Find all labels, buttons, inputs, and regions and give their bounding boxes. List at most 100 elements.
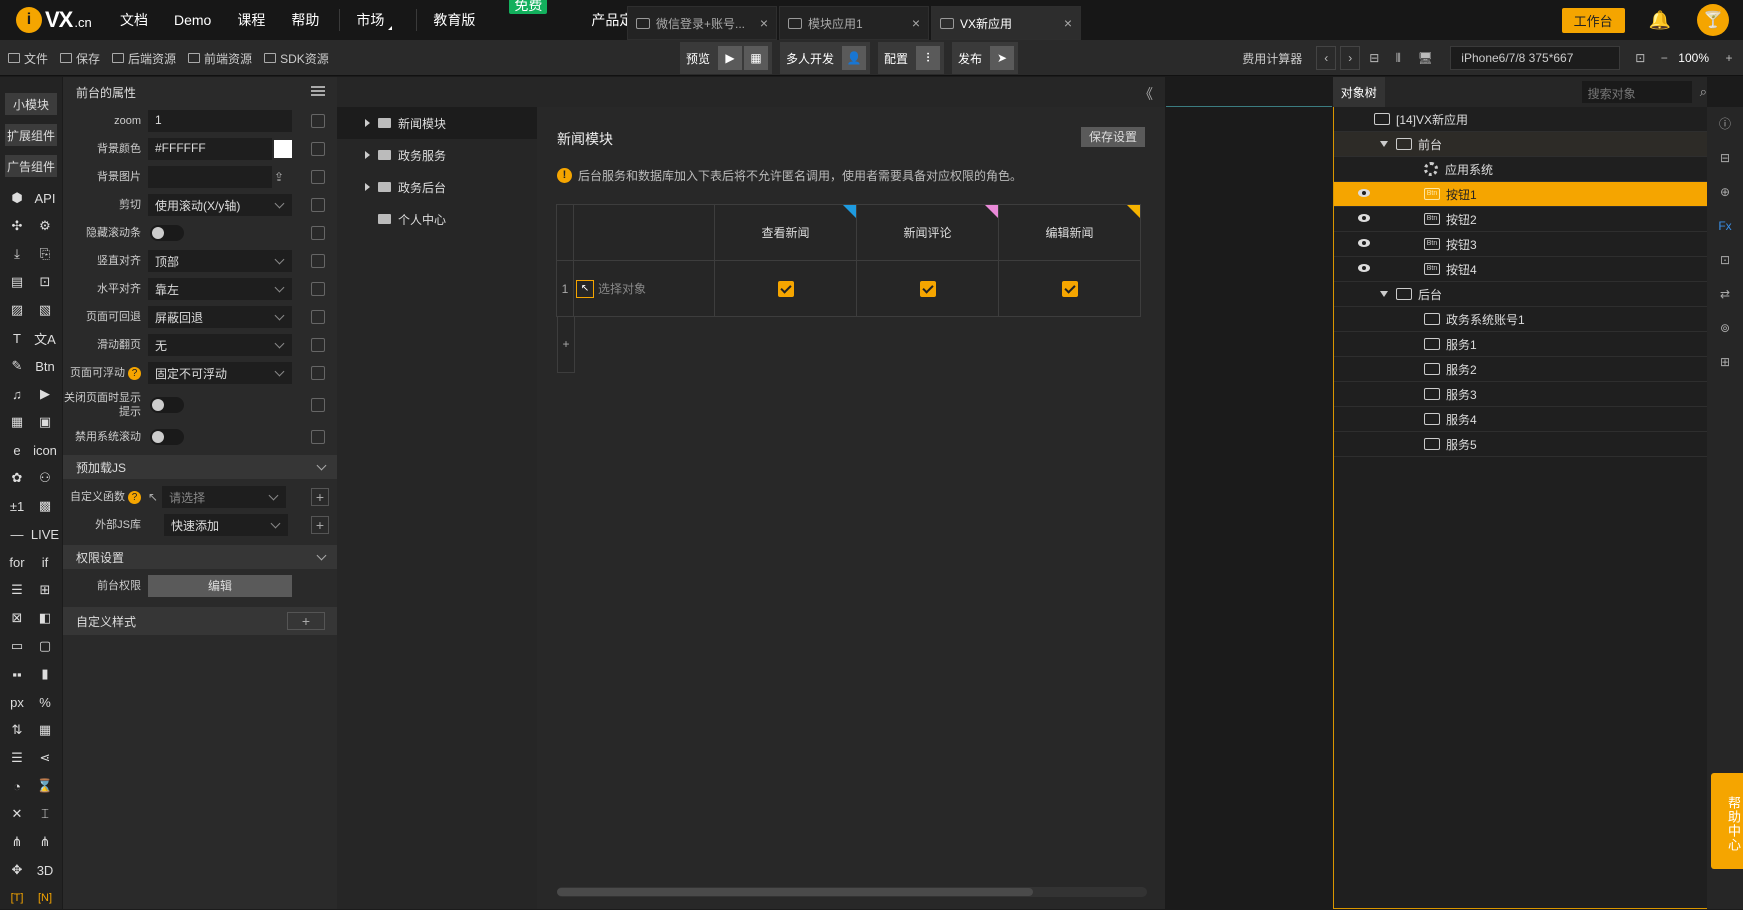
frontend-resources-button[interactable]: 前端资源 bbox=[188, 50, 252, 67]
save-button[interactable]: 保存 bbox=[60, 50, 100, 67]
column-view-news[interactable]: 查看新闻 bbox=[714, 204, 857, 261]
component-icon-30[interactable]: ⊠ bbox=[3, 606, 31, 630]
component-icon-10[interactable]: T bbox=[3, 326, 31, 350]
side-tool-icon[interactable]: ⊕ bbox=[1707, 175, 1743, 209]
menu-icon[interactable] bbox=[311, 86, 325, 96]
section-preload-js[interactable]: 预加载JS bbox=[63, 455, 337, 479]
ad-components-button[interactable]: 广告组件 bbox=[5, 155, 57, 177]
logo[interactable]: i VX .cn bbox=[16, 7, 112, 33]
bell-icon[interactable]: 🔔 bbox=[1649, 10, 1671, 31]
menu-demo[interactable]: Demo bbox=[174, 12, 211, 28]
component-icon-41[interactable]: ⋖ bbox=[31, 746, 59, 770]
component-icon-13[interactable]: Btn bbox=[31, 354, 59, 378]
component-icon-6[interactable]: ▤ bbox=[3, 270, 31, 294]
horizontal-scrollbar[interactable] bbox=[557, 887, 1147, 897]
search-icon[interactable]: ⌕ bbox=[1700, 84, 1707, 100]
checkbox-edit-news[interactable] bbox=[1061, 280, 1078, 297]
checkbox-news-comments[interactable] bbox=[919, 280, 936, 297]
device-select[interactable]: iPhone6/7/8 375*667 bbox=[1450, 46, 1621, 70]
component-icon-48[interactable]: ✥ bbox=[3, 858, 31, 882]
eye-icon[interactable] bbox=[1358, 239, 1370, 247]
tree-item-news[interactable]: 新闻模块 bbox=[337, 107, 537, 139]
component-icon-44[interactable]: ✕ bbox=[3, 802, 31, 826]
component-icon-8[interactable]: ▨ bbox=[3, 298, 31, 322]
tree-node[interactable]: 服务1 bbox=[1334, 332, 1707, 357]
component-icon-9[interactable]: ▧ bbox=[31, 298, 59, 322]
tree-node[interactable]: 服务2 bbox=[1334, 357, 1707, 382]
component-icon-33[interactable]: ▢ bbox=[31, 634, 59, 658]
copy-icon[interactable] bbox=[311, 254, 325, 268]
component-icon-37[interactable]: % bbox=[31, 690, 59, 714]
checkbox-view-news[interactable] bbox=[777, 280, 794, 297]
copy-icon[interactable] bbox=[311, 226, 325, 240]
select-object-cell[interactable]: ↖ 选择对象 bbox=[573, 260, 715, 317]
side-tool-icon[interactable]: ⊡ bbox=[1707, 243, 1743, 277]
tree-node[interactable]: Btn 按钮1 bbox=[1334, 182, 1707, 207]
play-icon[interactable]: ▶ bbox=[718, 46, 743, 70]
copy-icon[interactable] bbox=[311, 338, 325, 352]
copy-icon[interactable] bbox=[311, 310, 325, 324]
component-icon-46[interactable]: ⋔ bbox=[3, 830, 31, 854]
config-button[interactable]: 配置 ⫶ bbox=[878, 42, 945, 74]
side-tool-icon[interactable]: ⓘ bbox=[1707, 107, 1743, 141]
file-button[interactable]: 文件 bbox=[8, 50, 48, 67]
component-icon-14[interactable]: ♫ bbox=[3, 382, 31, 406]
custom-fn-select[interactable]: 请选择 bbox=[162, 486, 287, 508]
component-icon-24[interactable]: — bbox=[3, 522, 31, 546]
copy-icon[interactable] bbox=[311, 282, 325, 296]
expand-icon[interactable] bbox=[1380, 291, 1388, 297]
prev-button[interactable]: ‹ bbox=[1316, 46, 1337, 70]
zoom-out-button[interactable]: − bbox=[1654, 46, 1674, 70]
tree-node[interactable]: 服务5 bbox=[1334, 432, 1707, 457]
component-icon-31[interactable]: ◧ bbox=[31, 606, 59, 630]
search-input[interactable]: 搜索对象 bbox=[1581, 81, 1692, 103]
tree-node[interactable]: Btn 按钮2 bbox=[1334, 207, 1707, 232]
ext-lib-select[interactable]: 快速添加 bbox=[164, 514, 288, 536]
backend-resources-button[interactable]: 后端资源 bbox=[112, 50, 176, 67]
menu-docs[interactable]: 文档 bbox=[120, 10, 148, 30]
add-row-button[interactable]: + bbox=[557, 316, 575, 373]
component-icon-1[interactable]: API bbox=[31, 186, 59, 210]
component-icon-45[interactable]: ⌶ bbox=[31, 802, 59, 826]
tree-node[interactable]: Btn 按钮3 bbox=[1334, 232, 1707, 257]
small-module-button[interactable]: 小模块 bbox=[5, 93, 57, 115]
tab-module-app[interactable]: 模块应用1 × bbox=[779, 6, 929, 40]
component-icon-34[interactable]: ▪▪ bbox=[3, 662, 31, 686]
component-icon-22[interactable]: ±1 bbox=[3, 494, 31, 518]
side-tool-icon[interactable]: ⊞ bbox=[1707, 345, 1743, 379]
tab-object-tree[interactable]: 对象树 bbox=[1333, 77, 1385, 107]
expand-icon[interactable] bbox=[365, 151, 370, 159]
tab-wechat-login[interactable]: 微信登录+账号... × bbox=[627, 6, 777, 40]
tree-item-gov-admin[interactable]: 政务后台 bbox=[337, 171, 537, 203]
column-edit-news[interactable]: 编辑新闻 bbox=[998, 204, 1141, 261]
fee-calculator[interactable]: 费用计算器 bbox=[1242, 50, 1302, 67]
component-icon-7[interactable]: ⊡ bbox=[31, 270, 59, 294]
eye-icon[interactable] bbox=[1358, 214, 1370, 222]
avatar[interactable]: 🍸 bbox=[1697, 4, 1729, 36]
component-icon-19[interactable]: icon bbox=[31, 438, 59, 462]
publish-button[interactable]: 发布 ➤ bbox=[952, 42, 1019, 74]
pick-icon[interactable]: ↖ bbox=[576, 279, 594, 298]
component-icon-11[interactable]: 文A bbox=[31, 326, 59, 350]
tree-node[interactable]: 应用系统 bbox=[1334, 157, 1707, 182]
component-icon-17[interactable]: ▣ bbox=[31, 410, 59, 434]
edit-permission-button[interactable]: 编辑 bbox=[148, 575, 292, 597]
prop-value[interactable]: 1 bbox=[148, 110, 292, 132]
component-icon-21[interactable]: ⚇ bbox=[31, 466, 59, 490]
eye-icon[interactable] bbox=[1358, 189, 1370, 197]
component-icon-49[interactable]: 3D bbox=[31, 858, 59, 882]
section-permissions[interactable]: 权限设置 bbox=[63, 545, 337, 569]
prop-value[interactable]: 使用滚动(X/y轴) bbox=[148, 194, 292, 216]
color-swatch[interactable] bbox=[274, 140, 292, 158]
menu-edu[interactable]: 教育版 免费 bbox=[433, 0, 565, 30]
screenshot-icon[interactable]: ⊡ bbox=[1630, 46, 1650, 70]
eye-icon[interactable] bbox=[1358, 264, 1370, 272]
copy-icon[interactable] bbox=[311, 114, 325, 128]
prop-value[interactable]: 固定不可浮动 bbox=[148, 362, 292, 384]
toggle-switch[interactable] bbox=[150, 225, 184, 241]
close-icon[interactable]: × bbox=[912, 15, 920, 31]
tree-node[interactable]: [14]VX新应用 bbox=[1334, 107, 1707, 132]
expand-icon[interactable] bbox=[1380, 141, 1388, 147]
column-news-comments[interactable]: 新闻评论 bbox=[856, 204, 999, 261]
component-icon-18[interactable]: e bbox=[3, 438, 31, 462]
